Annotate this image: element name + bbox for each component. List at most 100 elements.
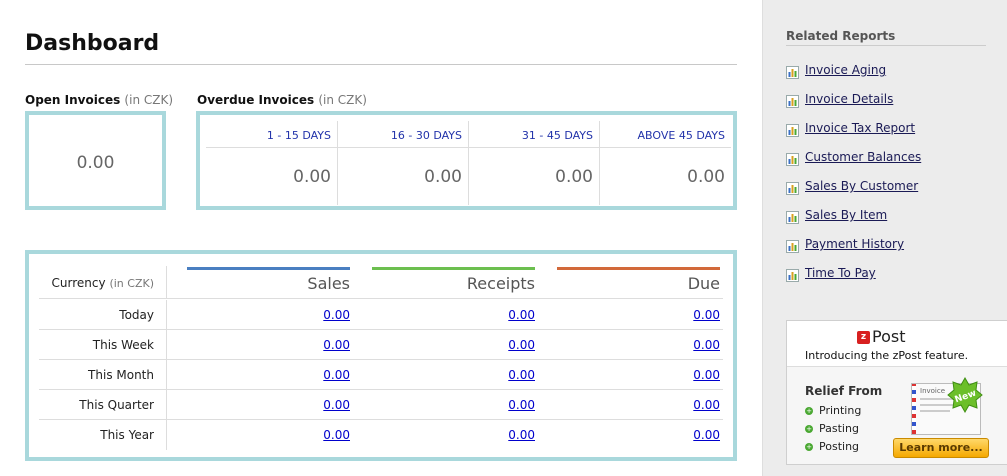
month-receipts-link[interactable]: 0.00 bbox=[372, 368, 535, 382]
sales-color-bar bbox=[187, 267, 350, 270]
icon-bar bbox=[791, 243, 794, 251]
icon-bar bbox=[791, 69, 794, 77]
overdue-invoices-unit: (in CZK) bbox=[318, 93, 367, 107]
overdue-header: 31 - 45 DAYS bbox=[521, 129, 593, 142]
row-label-this-year: This Year bbox=[39, 420, 167, 450]
icon-bar bbox=[794, 129, 797, 135]
plus-bullet-icon: + bbox=[805, 425, 813, 433]
bar-chart-icon bbox=[786, 124, 799, 137]
related-reports-title: Related Reports bbox=[786, 29, 896, 43]
sales-header: Sales bbox=[307, 274, 350, 293]
plus-bullet-icon: + bbox=[805, 443, 813, 451]
overdue-invoices-box: 1 - 15 DAYS 0.00 16 - 30 DAYS 0.00 31 - … bbox=[196, 111, 737, 210]
quarter-receipts-link[interactable]: 0.00 bbox=[372, 398, 535, 412]
row-label-this-quarter: This Quarter bbox=[39, 390, 167, 420]
icon-bar bbox=[788, 275, 791, 280]
relief-from-title: Relief From bbox=[805, 384, 883, 398]
icon-bar bbox=[794, 100, 797, 106]
year-due-link[interactable]: 0.00 bbox=[557, 428, 720, 442]
receipts-color-bar bbox=[372, 267, 535, 270]
related-reports-sidebar: Related Reports Invoice Aging Invoice Det… bbox=[762, 0, 1007, 476]
zpost-tagline: Introducing the zPost feature. bbox=[805, 349, 969, 362]
report-link[interactable]: Time To Pay bbox=[805, 266, 876, 280]
report-link[interactable]: Invoice Aging bbox=[805, 63, 886, 77]
row-label-this-week: This Week bbox=[39, 330, 167, 360]
row-label-today: Today bbox=[39, 300, 167, 330]
learn-more-button[interactable]: Learn more... bbox=[893, 438, 989, 458]
year-receipts-link[interactable]: 0.00 bbox=[372, 428, 535, 442]
feature-label: Printing bbox=[819, 404, 862, 417]
report-link[interactable]: Invoice Details bbox=[805, 92, 893, 106]
feature-label: Pasting bbox=[819, 422, 859, 435]
icon-bar bbox=[794, 274, 797, 280]
overdue-column-31-45: 31 - 45 DAYS 0.00 bbox=[469, 121, 600, 205]
icon-bar bbox=[788, 188, 791, 193]
column-header-due: Due bbox=[557, 266, 720, 299]
bar-chart-icon bbox=[786, 182, 799, 195]
table-row: Today 0.00 0.00 0.00 bbox=[39, 300, 723, 330]
quarter-sales-link[interactable]: 0.00 bbox=[187, 398, 350, 412]
bar-chart-icon bbox=[786, 95, 799, 108]
year-sales-link[interactable]: 0.00 bbox=[187, 428, 350, 442]
currency-label: Currency (in CZK) bbox=[39, 266, 167, 299]
month-due-link[interactable]: 0.00 bbox=[557, 368, 720, 382]
overdue-divider bbox=[206, 147, 337, 148]
report-link[interactable]: Sales By Customer bbox=[805, 179, 918, 193]
overdue-invoices-title: Overdue Invoices bbox=[197, 93, 315, 107]
today-receipts-link[interactable]: 0.00 bbox=[372, 308, 535, 322]
overdue-header: 16 - 30 DAYS bbox=[390, 129, 462, 142]
zpost-z-badge-icon: z bbox=[857, 331, 870, 344]
report-link[interactable]: Invoice Tax Report bbox=[805, 121, 915, 135]
overdue-divider bbox=[469, 147, 599, 148]
feature-item-pasting: + Pasting bbox=[805, 422, 859, 435]
bar-chart-icon bbox=[786, 66, 799, 79]
open-invoices-unit: (in CZK) bbox=[124, 93, 174, 107]
report-link[interactable]: Sales By Item bbox=[805, 208, 887, 222]
new-badge-icon: New bbox=[947, 377, 983, 413]
envelope-label: Invoice bbox=[920, 387, 946, 395]
feature-item-posting: + Posting bbox=[805, 440, 859, 453]
bar-chart-icon bbox=[786, 153, 799, 166]
icon-bar bbox=[788, 130, 791, 135]
icon-bar bbox=[791, 185, 794, 193]
currency-unit: (in CZK) bbox=[109, 277, 154, 290]
icon-bar bbox=[788, 72, 791, 77]
week-due-link[interactable]: 0.00 bbox=[557, 338, 720, 352]
icon-bar bbox=[791, 98, 794, 106]
today-sales-link[interactable]: 0.00 bbox=[187, 308, 350, 322]
title-divider bbox=[25, 64, 737, 65]
overdue-column-above-45: ABOVE 45 DAYS 0.00 bbox=[600, 121, 731, 205]
summary-header-row: Currency (in CZK) Sales Receipts Due bbox=[39, 266, 723, 299]
table-row: This Month 0.00 0.00 0.00 bbox=[39, 360, 723, 390]
report-link[interactable]: Payment History bbox=[805, 237, 904, 251]
icon-bar bbox=[794, 216, 797, 222]
quarter-due-link[interactable]: 0.00 bbox=[557, 398, 720, 412]
row-label-this-month: This Month bbox=[39, 360, 167, 390]
week-receipts-link[interactable]: 0.00 bbox=[372, 338, 535, 352]
bar-chart-icon bbox=[786, 269, 799, 282]
overdue-divider bbox=[338, 147, 468, 148]
table-row: This Quarter 0.00 0.00 0.00 bbox=[39, 390, 723, 420]
zpost-brand: Post bbox=[872, 327, 906, 346]
icon-bar bbox=[791, 127, 794, 135]
open-invoices-title: Open Invoices bbox=[25, 93, 121, 107]
icon-bar bbox=[794, 158, 797, 164]
report-link[interactable]: Customer Balances bbox=[805, 150, 921, 164]
overdue-header: ABOVE 45 DAYS bbox=[637, 129, 725, 142]
feature-label: Posting bbox=[819, 440, 860, 453]
envelope-line bbox=[920, 410, 950, 412]
overdue-value: 0.00 bbox=[293, 167, 331, 187]
table-row: This Year 0.00 0.00 0.00 bbox=[39, 420, 723, 450]
overdue-value: 0.00 bbox=[687, 167, 725, 187]
overdue-column-1-15: 1 - 15 DAYS 0.00 bbox=[206, 121, 338, 205]
icon-bar bbox=[788, 101, 791, 106]
week-sales-link[interactable]: 0.00 bbox=[187, 338, 350, 352]
currency-title: Currency bbox=[51, 276, 106, 290]
today-due-link[interactable]: 0.00 bbox=[557, 308, 720, 322]
zpost-banner-header: z Post Introducing the zPost feature. bbox=[787, 321, 1007, 367]
zpost-promo-banner[interactable]: z Post Introducing the zPost feature. Re… bbox=[786, 320, 1007, 465]
summary-table: Currency (in CZK) Sales Receipts Due Tod… bbox=[25, 250, 737, 461]
column-header-receipts: Receipts bbox=[372, 266, 535, 299]
overdue-divider bbox=[600, 147, 731, 148]
month-sales-link[interactable]: 0.00 bbox=[187, 368, 350, 382]
